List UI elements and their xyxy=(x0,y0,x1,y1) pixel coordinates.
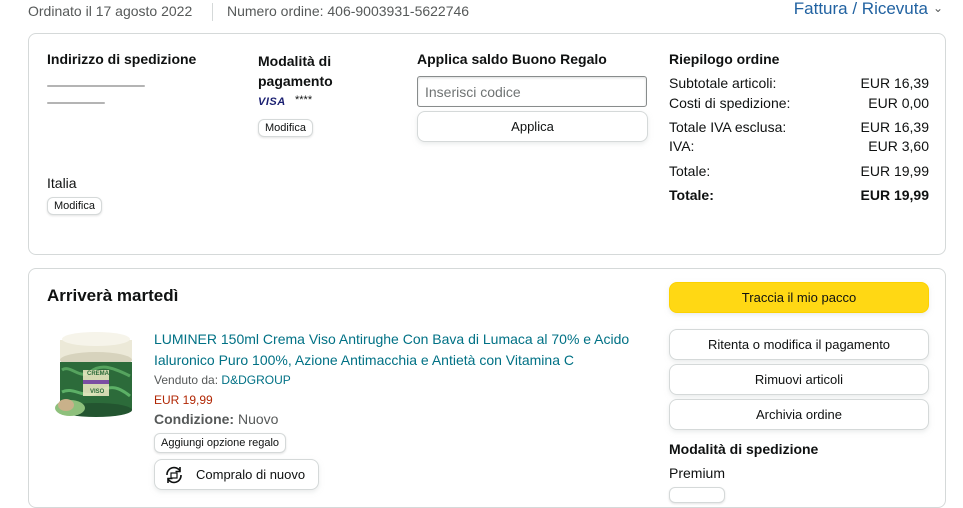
header-divider xyxy=(212,3,213,21)
summary-label: IVA: xyxy=(669,138,695,154)
archive-order-button[interactable]: Archivia ordine xyxy=(669,399,929,430)
gift-code-input[interactable] xyxy=(417,76,647,107)
order-number: Numero ordine: 406-9003931-5622746 xyxy=(227,3,470,19)
chevron-down-icon: ⌄ xyxy=(932,1,943,15)
edit-address-button[interactable]: Modifica xyxy=(47,197,102,215)
summary-value: EUR 3,60 xyxy=(868,138,929,154)
summary-value: EUR 16,39 xyxy=(860,75,929,91)
grand-total-label: Totale: xyxy=(669,187,714,203)
product-condition: Condizione: Nuovo xyxy=(154,411,278,427)
product-price: EUR 19,99 xyxy=(154,393,213,407)
order-summary-title: Riepilogo ordine xyxy=(669,51,780,67)
condition-value: Nuovo xyxy=(238,411,279,427)
product-title-line2: Ialuronico Puro 100%, Azione Antimacchia… xyxy=(154,352,574,368)
summary-value: EUR 19,99 xyxy=(860,163,929,179)
payment-title: Modalità di pagamento xyxy=(258,53,333,89)
jar-label-line2: VISO xyxy=(90,389,105,395)
order-header: Ordinato il 17 agosto 2022 Numero ordine… xyxy=(0,0,963,26)
buy-again-icon xyxy=(163,465,185,488)
summary-label: Subtotale articoli: xyxy=(669,75,777,91)
remove-items-button[interactable]: Rimuovi articoli xyxy=(669,364,929,395)
invoice-link-label: Fattura / Ricevuta xyxy=(793,0,928,18)
product-title-link[interactable]: LUMINER 150ml Crema Viso Antirughe Con B… xyxy=(154,329,629,371)
summary-label: Totale IVA esclusa: xyxy=(669,119,787,135)
summary-label: Costi di spedizione: xyxy=(669,95,791,111)
invoice-dropdown-link[interactable]: Fattura / Ricevuta ⌄ xyxy=(794,0,943,19)
retry-payment-button[interactable]: Ritenta o modifica il pagamento xyxy=(669,329,929,360)
visa-card-icon: VISA xyxy=(258,96,286,108)
condition-label: Condizione: xyxy=(154,411,235,427)
product-title-line1: LUMINER 150ml Crema Viso Antirughe Con B… xyxy=(154,331,630,347)
shipping-mode-title: Modalità di spedizione xyxy=(669,441,819,457)
delivery-status-title: Arriverà martedì xyxy=(47,286,179,305)
summary-value: EUR 0,00 xyxy=(868,95,929,111)
sold-by: Venduto da: D&DGROUP xyxy=(154,373,291,387)
shipping-mode-edit-button[interactable] xyxy=(669,487,725,503)
track-package-button[interactable]: Traccia il mio pacco xyxy=(669,282,929,313)
summary-value: EUR 16,39 xyxy=(860,119,929,135)
redacted-name-line xyxy=(47,85,145,87)
product-image[interactable]: CREMA VISO xyxy=(50,330,144,420)
jar-label-line1: CREMA xyxy=(87,371,109,377)
card-masked-number: **** xyxy=(295,94,313,106)
seller-link[interactable]: D&DGROUP xyxy=(221,373,290,387)
buy-again-button[interactable]: Compralo di nuovo xyxy=(154,459,319,490)
add-gift-option-button[interactable]: Aggiungi opzione regalo xyxy=(154,433,287,453)
shipping-address-title: Indirizzo di spedizione xyxy=(47,51,197,67)
grand-total-value: EUR 19,99 xyxy=(860,187,929,203)
apply-gift-code-button[interactable]: Applica xyxy=(417,111,648,142)
buy-again-label: Compralo di nuovo xyxy=(196,467,306,482)
shipping-mode-value: Premium xyxy=(669,465,726,481)
summary-label: Totale: xyxy=(669,163,711,179)
shipping-country: Italia xyxy=(47,175,77,191)
sold-by-label: Venduto da: xyxy=(154,373,219,387)
redacted-address-line xyxy=(47,102,105,104)
edit-payment-button[interactable]: Modifica xyxy=(258,119,313,137)
gift-card-title: Applica saldo Buono Regalo xyxy=(417,51,607,67)
order-date: Ordinato il 17 agosto 2022 xyxy=(28,3,193,19)
